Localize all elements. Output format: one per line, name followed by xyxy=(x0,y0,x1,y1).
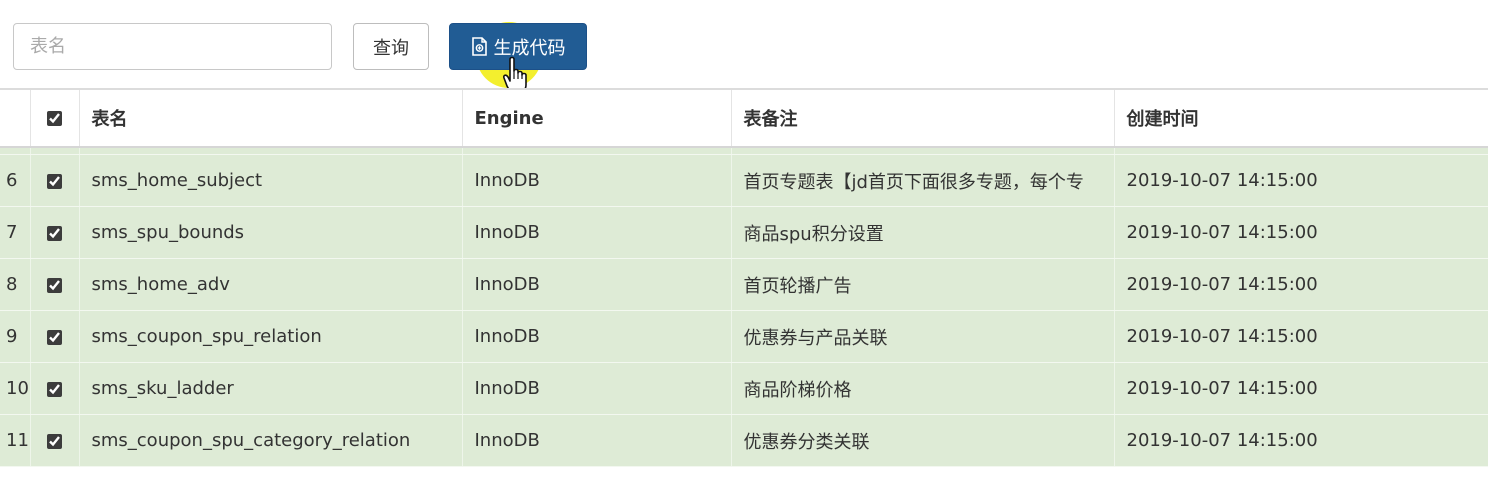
generate-code-button[interactable]: 生成代码 xyxy=(449,23,587,70)
row-select-cell[interactable] xyxy=(29,362,79,415)
table-row[interactable]: 7 sms_spu_bounds InnoDB 商品spu积分设置 2019-10-07… xyxy=(0,206,1488,259)
row-index: 8 xyxy=(0,258,30,311)
toolbar: 查询 生成代码 xyxy=(0,0,1488,94)
table-row-partial xyxy=(0,147,1488,155)
cell-engine: InnoDB xyxy=(461,414,731,467)
cell-comment: 首页专题表【jd首页下面很多专题，每个专 xyxy=(730,154,1114,207)
cell-created-time: 2019-10-07 14:15:00 xyxy=(1113,310,1488,363)
header-index xyxy=(0,88,30,148)
row-index: 6 xyxy=(0,154,30,207)
cell-table-name: sms_coupon_spu_relation xyxy=(78,310,462,363)
cell-comment: 商品阶梯价格 xyxy=(730,362,1114,415)
table-row[interactable]: 6 sms_home_subject InnoDB 首页专题表【jd首页下面很多专题，… xyxy=(0,154,1488,207)
row-select-cell[interactable] xyxy=(29,154,79,207)
table-row[interactable]: 9 sms_coupon_spu_relation InnoDB 优惠券与产品关联 20… xyxy=(0,310,1488,363)
row-index: 10 xyxy=(0,362,30,415)
row-checkbox[interactable] xyxy=(47,173,62,189)
row-checkbox[interactable] xyxy=(47,433,62,449)
generate-code-label: 生成代码 xyxy=(493,37,566,59)
cell-table-name: sms_sku_ladder xyxy=(78,362,462,415)
header-table-name[interactable]: 表名 xyxy=(78,88,462,148)
cell-engine: InnoDB xyxy=(461,362,731,415)
table-body: 6 sms_home_subject InnoDB 首页专题表【jd首页下面很多专题，… xyxy=(0,147,1488,467)
cell-comment: 优惠券分类关联 xyxy=(730,414,1114,467)
header-select-all[interactable] xyxy=(29,88,79,148)
cell-engine: InnoDB xyxy=(461,258,731,311)
header-engine[interactable]: Engine xyxy=(461,88,731,148)
row-index: 11 xyxy=(0,414,30,467)
cell-table-name: sms_coupon_spu_category_relation xyxy=(78,414,462,467)
cell-engine: InnoDB xyxy=(461,310,731,363)
select-all-checkbox[interactable] xyxy=(47,111,62,126)
query-button[interactable]: 查询 xyxy=(353,23,429,70)
cell-created-time: 2019-10-07 14:15:00 xyxy=(1113,258,1488,311)
cell-created-time: 2019-10-07 14:15:00 xyxy=(1113,154,1488,207)
row-select-cell[interactable] xyxy=(29,258,79,311)
document-code-icon xyxy=(471,37,488,56)
cell-table-name: sms_home_adv xyxy=(78,258,462,311)
row-index: 7 xyxy=(0,206,30,259)
table-header-row: 表名 Engine 表备注 创建时间 xyxy=(0,88,1488,148)
row-checkbox[interactable] xyxy=(47,329,62,345)
table-row[interactable]: 8 sms_home_adv InnoDB 首页轮播广告 2019-10-07 14:1… xyxy=(0,258,1488,311)
table-list: 表名 Engine 表备注 创建时间 6 sms_home_subject Inno… xyxy=(0,88,1488,498)
table-row[interactable]: 10 sms_sku_ladder InnoDB 商品阶梯价格 2019-10-07 1… xyxy=(0,362,1488,415)
header-created-time[interactable]: 创建时间 xyxy=(1113,88,1488,148)
table-name-search-input[interactable] xyxy=(13,23,332,70)
row-select-cell[interactable] xyxy=(29,310,79,363)
cell-table-name: sms_home_subject xyxy=(78,154,462,207)
row-checkbox[interactable] xyxy=(47,225,62,241)
table-row[interactable]: 11 sms_coupon_spu_category_relation InnoDB… xyxy=(0,414,1488,467)
row-checkbox[interactable] xyxy=(47,277,62,293)
table-grid: 表名 Engine 表备注 创建时间 6 sms_home_subject Inno… xyxy=(0,88,1488,467)
cell-engine: InnoDB xyxy=(461,206,731,259)
row-select-cell[interactable] xyxy=(29,206,79,259)
row-index: 9 xyxy=(0,310,30,363)
cell-created-time: 2019-10-07 14:15:00 xyxy=(1113,206,1488,259)
row-select-cell[interactable] xyxy=(29,414,79,467)
cell-comment: 商品spu积分设置 xyxy=(730,206,1114,259)
cell-created-time: 2019-10-07 14:15:00 xyxy=(1113,362,1488,415)
cell-created-time: 2019-10-07 14:15:00 xyxy=(1113,414,1488,467)
header-comment[interactable]: 表备注 xyxy=(730,88,1114,148)
cell-comment: 优惠券与产品关联 xyxy=(730,310,1114,363)
cell-comment: 首页轮播广告 xyxy=(730,258,1114,311)
cell-table-name: sms_spu_bounds xyxy=(78,206,462,259)
cell-engine: InnoDB xyxy=(461,154,731,207)
row-checkbox[interactable] xyxy=(47,381,62,397)
